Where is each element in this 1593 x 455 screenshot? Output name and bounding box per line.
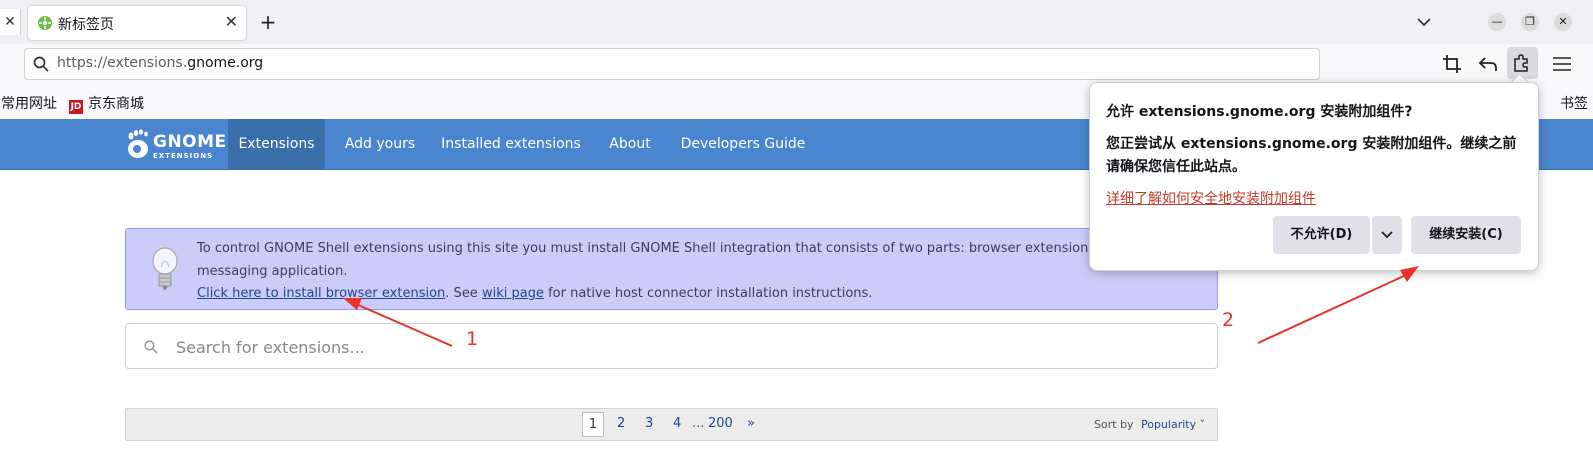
other-bookmarks[interactable]: 书签 xyxy=(1560,93,1588,113)
nav-extensions[interactable]: Extensions xyxy=(228,119,325,169)
gnome-foot-icon xyxy=(128,129,148,158)
popup-message: 您正尝试从 extensions.gnome.org 安装附加组件。继续之前请确… xyxy=(1106,136,1517,175)
tab-new-tab[interactable]: 新标签页 ✕ xyxy=(28,6,246,40)
maximize-button[interactable]: ❐ xyxy=(1521,13,1539,31)
install-browser-extension-link[interactable]: Click here to install browser extension xyxy=(197,286,445,301)
extension-search-box xyxy=(125,323,1218,369)
list-all-tabs-chevron-icon[interactable] xyxy=(1414,10,1434,34)
deny-options-dropdown[interactable] xyxy=(1372,216,1402,254)
nav-developers-guide[interactable]: Developers Guide xyxy=(676,119,810,169)
page-link[interactable]: 2 xyxy=(617,416,625,431)
page-current[interactable]: 1 xyxy=(582,412,604,437)
url-scheme: https://extensions. xyxy=(57,55,188,71)
firefox-newtab-icon xyxy=(38,16,52,30)
new-tab-button[interactable]: + xyxy=(256,9,280,35)
deny-button[interactable]: 不允许(D) xyxy=(1273,216,1370,254)
banner-text-line1: To control GNOME Shell extensions using … xyxy=(197,241,1194,279)
wiki-page-link[interactable]: wiki page xyxy=(482,286,544,301)
pagination-bar: 1 2 3 4 ... 200 » Sort by Popularity ˅ xyxy=(125,408,1218,441)
jd-logo-icon: JD xyxy=(69,100,83,114)
previous-tab-close-icon[interactable]: ✕ xyxy=(0,9,21,35)
logo-text-gnome: GNOME xyxy=(153,132,227,152)
search-icon xyxy=(33,56,49,72)
search-input[interactable] xyxy=(174,329,1208,365)
minimize-button[interactable]: — xyxy=(1488,13,1506,31)
annotation-arrow-2 xyxy=(1257,274,1407,344)
page-link-last[interactable]: 200 xyxy=(708,416,733,431)
search-icon xyxy=(144,340,158,354)
nav-add-yours[interactable]: Add yours xyxy=(335,119,425,169)
navigation-toolbar: https://extensions.gnome.org xyxy=(0,44,1593,85)
lightbulb-icon xyxy=(152,247,178,290)
popup-title: 允许 extensions.gnome.org 安装附加组件? xyxy=(1106,104,1413,120)
sort-by-dropdown[interactable]: Popularity ˅ xyxy=(1141,418,1205,431)
nav-about[interactable]: About xyxy=(598,119,662,169)
banner-text-tail: for native host connector installation i… xyxy=(543,286,873,301)
page-link[interactable]: 3 xyxy=(645,416,653,431)
learn-more-link[interactable]: 详细了解如何安全地安装附加组件 xyxy=(1106,188,1316,208)
tab-title: 新标签页 xyxy=(58,17,114,33)
page-link[interactable]: 4 xyxy=(673,416,681,431)
url-bar[interactable]: https://extensions.gnome.org xyxy=(24,48,1320,80)
addon-install-permission-popup: 允许 extensions.gnome.org 安装附加组件? 您正尝试从 ex… xyxy=(1089,82,1539,271)
url-host: gnome.org xyxy=(187,55,264,71)
logo-text-extensions: EXTENSIONS xyxy=(153,152,214,160)
tab-strip: ✕ 新标签页 ✕ + — ❐ ✕ xyxy=(0,0,1593,45)
integration-info-banner: To control GNOME Shell extensions using … xyxy=(125,228,1218,310)
sort-by-label: Sort by xyxy=(1094,418,1134,431)
banner-see-text: . See xyxy=(445,286,482,301)
annotation-label-1: 1 xyxy=(466,328,479,350)
banner-message: To control GNOME Shell extensions using … xyxy=(197,238,1197,306)
next-page-link[interactable]: » xyxy=(747,416,755,431)
url-text[interactable]: https://extensions.gnome.org xyxy=(57,55,263,71)
bookmark-label: 京东商城 xyxy=(88,96,144,112)
annotation-label-2: 2 xyxy=(1222,309,1235,331)
extensions-button[interactable] xyxy=(1507,47,1538,79)
bookmark-item-jd[interactable]: JD 京东商城 xyxy=(69,93,144,114)
screenshot-crop-icon[interactable] xyxy=(1440,52,1464,76)
page-ellipsis: ... xyxy=(692,416,705,431)
continue-install-button[interactable]: 继续安装(C) xyxy=(1411,216,1521,254)
menu-hamburger-icon[interactable] xyxy=(1550,52,1574,76)
chevron-down-icon xyxy=(1381,231,1393,239)
gnome-extensions-logo[interactable]: GNOME EXTENSIONS xyxy=(124,126,226,162)
close-tab-icon[interactable]: ✕ xyxy=(225,12,238,31)
undo-icon[interactable] xyxy=(1476,52,1500,76)
nav-installed-extensions[interactable]: Installed extensions xyxy=(437,119,585,169)
window-close-button[interactable]: ✕ xyxy=(1554,13,1572,31)
puzzle-icon xyxy=(1514,54,1528,72)
bookmark-item[interactable]: 常用网址 xyxy=(1,93,57,113)
